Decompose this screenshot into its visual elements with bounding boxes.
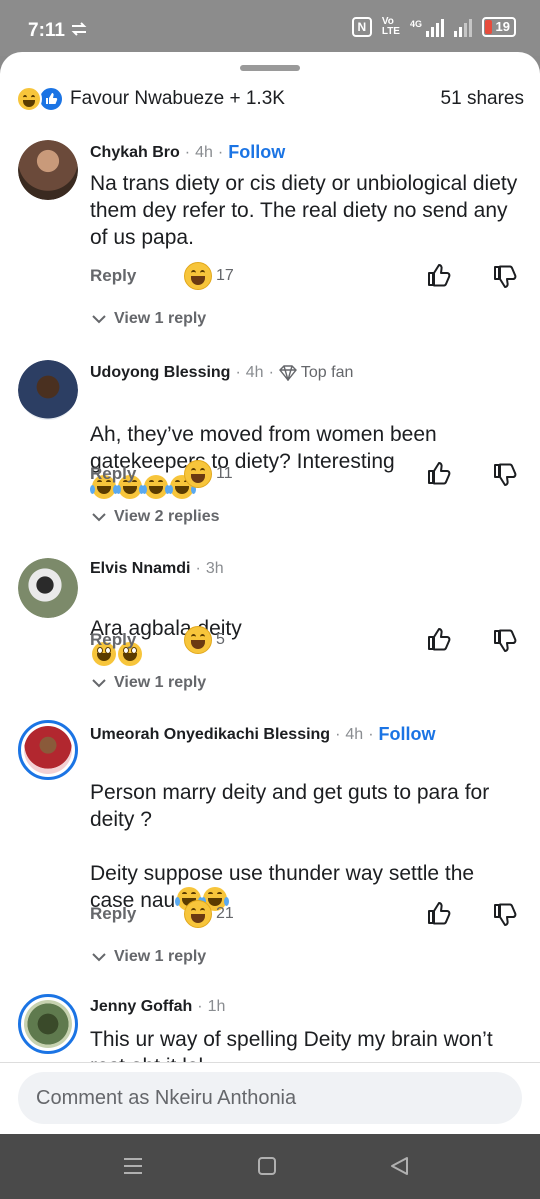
thumbs-down-icon[interactable] [492, 264, 518, 292]
top-fan-badge: Top fan [278, 364, 353, 382]
chevron-down-icon [92, 953, 106, 962]
reaction-count[interactable]: 11 [184, 460, 233, 488]
shares-count[interactable]: 51 shares [441, 88, 524, 110]
comment-author[interactable]: Udoyong Blessing [90, 364, 230, 382]
haha-reaction-icon [184, 262, 212, 290]
haha-reaction-icon [184, 900, 212, 928]
comment-author[interactable]: Umeorah Onyedikachi Blessing [90, 726, 330, 744]
chevron-down-icon [92, 513, 106, 522]
comment-text: Person marry deity and get guts to para … [90, 781, 490, 912]
thumbs-up-icon[interactable] [426, 460, 452, 488]
follow-button[interactable]: Follow [228, 142, 285, 163]
battery-level: 19 [495, 19, 510, 34]
follow-button[interactable]: Follow [379, 724, 436, 745]
comment-text: This ur way of spelling Deity my brain w… [90, 1028, 493, 1062]
comment-time: 3h [205, 560, 224, 577]
reaction-count[interactable]: 5 [184, 626, 225, 654]
comment-actions: Reply 17 [90, 262, 520, 294]
reactors-summary[interactable]: Favour Nwabueze + 1.3K [70, 88, 285, 110]
reply-button[interactable]: Reply [90, 904, 136, 924]
reaction-count[interactable]: 21 [184, 900, 234, 928]
comment-actions: Reply 5 [90, 626, 520, 658]
comment-time: 1h [207, 998, 226, 1015]
thumbs-up-icon[interactable] [426, 262, 452, 290]
view-replies-link[interactable]: View 2 replies [92, 508, 220, 526]
nfc-icon: N [351, 17, 372, 37]
comment-author[interactable]: Elvis Nnamdi [90, 560, 190, 578]
reply-button[interactable]: Reply [90, 630, 136, 650]
menu-icon[interactable] [122, 1156, 146, 1178]
status-bar: 7:11 N Vo LTE 4G 19 [0, 0, 540, 56]
comment-time: 4h [245, 364, 264, 381]
reply-button[interactable]: Reply [90, 266, 136, 286]
chevron-down-icon [92, 679, 106, 688]
haha-reaction-icon [184, 626, 212, 654]
view-replies-link[interactable]: View 1 reply [92, 310, 206, 328]
home-icon[interactable] [257, 1156, 281, 1178]
comment-time: 4h [345, 725, 364, 743]
sheet-drag-handle[interactable] [240, 65, 300, 71]
thumbs-down-icon[interactable] [492, 462, 518, 490]
comment-input[interactable] [18, 1072, 522, 1124]
comment-time: 4h [195, 143, 213, 161]
signal-icon [426, 17, 444, 37]
reactions-summary[interactable]: Favour Nwabueze + 1.3K 51 shares [16, 84, 524, 116]
reply-button[interactable]: Reply [90, 464, 136, 484]
view-replies-link[interactable]: View 1 reply [92, 948, 206, 966]
thumbs-down-icon[interactable] [492, 902, 518, 930]
system-nav-bar [0, 1134, 540, 1199]
battery-icon: 19 [482, 17, 516, 37]
comment-actions: Reply 21 [90, 900, 520, 932]
avatar[interactable] [18, 720, 78, 780]
comment-author[interactable]: Jenny Goffah [90, 998, 192, 1016]
reaction-count[interactable]: 17 [184, 262, 234, 290]
comment-text: Na trans diety or cis diety or unbiologi… [90, 172, 518, 249]
comment-composer [0, 1062, 540, 1134]
sync-icon [68, 19, 90, 45]
comment-list: Chykah Bro · 4h · Follow Na trans diety … [0, 132, 540, 1062]
network-type: 4G [409, 19, 422, 29]
status-time: 7:11 [28, 20, 65, 41]
view-replies-link[interactable]: View 1 reply [92, 674, 206, 692]
thumbs-down-icon[interactable] [492, 628, 518, 656]
comment-author[interactable]: Chykah Bro [90, 144, 180, 162]
diamond-icon [278, 365, 297, 381]
avatar[interactable] [18, 360, 78, 420]
haha-reaction-icon [184, 460, 212, 488]
haha-reaction-icon [16, 86, 42, 112]
signal-icon-2 [454, 17, 472, 37]
thumbs-up-icon[interactable] [426, 626, 452, 654]
comment-actions: Reply 11 [90, 460, 520, 492]
thumbs-up-icon[interactable] [426, 900, 452, 928]
back-icon[interactable] [389, 1156, 413, 1178]
avatar[interactable] [18, 994, 78, 1054]
avatar[interactable] [18, 558, 78, 618]
chevron-down-icon [92, 315, 106, 324]
volte-indicator: Vo LTE [381, 16, 400, 37]
avatar[interactable] [18, 140, 78, 200]
comments-sheet: Favour Nwabueze + 1.3K 51 shares Chykah … [0, 52, 540, 1134]
